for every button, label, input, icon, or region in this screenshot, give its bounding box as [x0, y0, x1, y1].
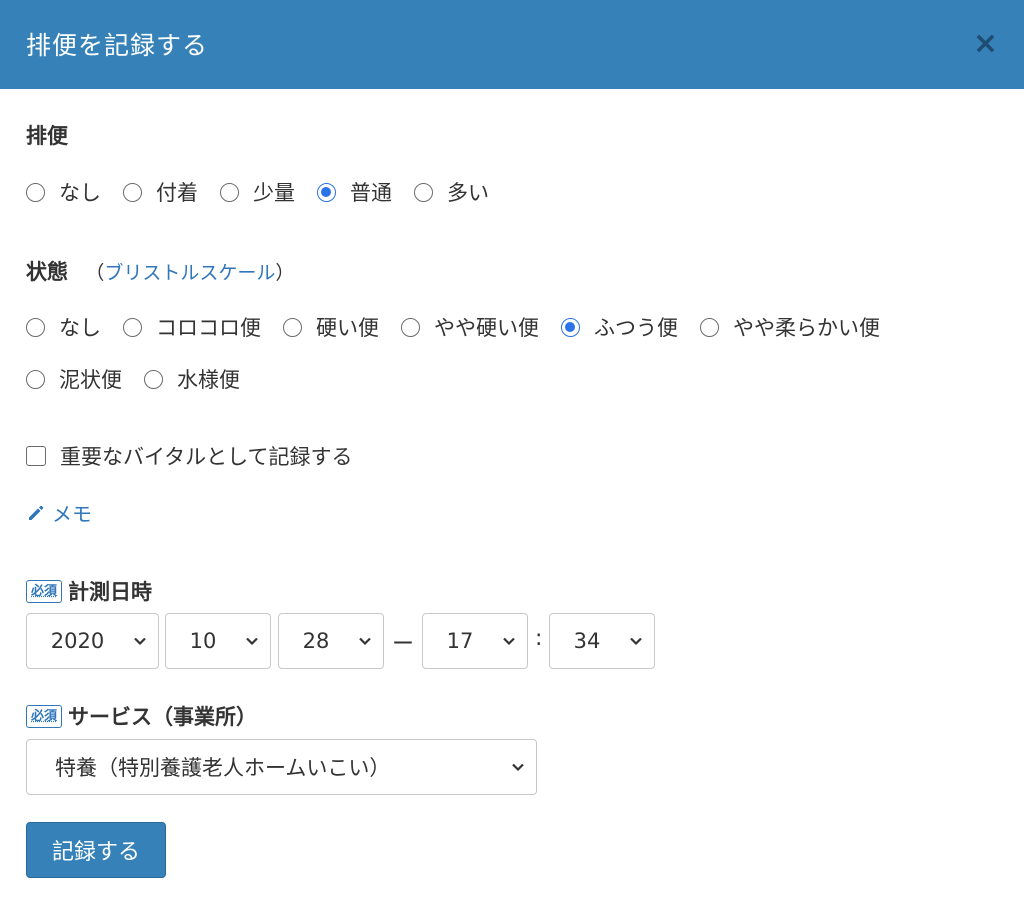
- condition-option-label: やや柔らかい便: [733, 316, 880, 340]
- service-select[interactable]: 特養（特別養護老人ホームいこい）: [26, 739, 537, 795]
- service-label: サービス（事業所）: [68, 705, 258, 729]
- datetime-label-row: 必須 計測日時: [26, 576, 152, 606]
- date-time-separator: ー: [392, 632, 415, 657]
- radio-button[interactable]: [700, 317, 719, 337]
- stool-option-attached[interactable]: 付着: [123, 177, 198, 207]
- pencil-icon: [29, 505, 44, 520]
- condition-label-row: 状態 （ブリストルスケール）: [26, 256, 294, 286]
- month-value: 10: [189, 629, 217, 653]
- day-value: 28: [302, 629, 330, 653]
- important-vital-checkbox-row[interactable]: 重要なバイタルとして記録する: [26, 441, 353, 471]
- condition-option-label: 水様便: [177, 368, 240, 392]
- condition-option-hard[interactable]: 硬い便: [283, 312, 379, 342]
- time-colon: :: [535, 626, 543, 651]
- stool-option-normal[interactable]: 普通: [317, 177, 392, 207]
- condition-option-watery[interactable]: 水様便: [144, 364, 240, 394]
- condition-option-label: 泥状便: [59, 368, 122, 392]
- stool-option-label: 普通: [350, 181, 392, 205]
- chevron-down-icon: [503, 637, 515, 646]
- radio-button-checked[interactable]: [317, 182, 336, 202]
- condition-option-label: なし: [59, 316, 101, 340]
- condition-radio-group-row2: 泥状便 水様便: [26, 364, 262, 394]
- condition-option-slightly-hard[interactable]: やや硬い便: [401, 312, 539, 342]
- radio-button[interactable]: [123, 317, 142, 337]
- service-label-row: 必須 サービス（事業所）: [26, 701, 257, 731]
- radio-button[interactable]: [144, 369, 163, 389]
- year-select[interactable]: 2020: [26, 613, 159, 669]
- stool-option-label: なし: [59, 181, 101, 205]
- stool-option-label: 付着: [156, 181, 198, 205]
- modal-title: 排便を記録する: [26, 31, 209, 60]
- radio-button[interactable]: [26, 369, 45, 389]
- radio-button[interactable]: [26, 317, 45, 337]
- chevron-down-icon: [359, 637, 371, 646]
- stool-option-label: 多い: [447, 181, 489, 205]
- radio-button-checked[interactable]: [561, 317, 580, 337]
- service-value: 特養（特別養護老人ホームいこい）: [55, 756, 391, 780]
- radio-button[interactable]: [414, 182, 433, 202]
- hour-select[interactable]: 17: [422, 613, 528, 669]
- radio-button[interactable]: [401, 317, 420, 337]
- condition-radio-group-row1: なし コロコロ便 硬い便 やや硬い便 ふつう便 やや柔らかい便: [26, 312, 902, 342]
- required-badge: 必須: [26, 704, 63, 728]
- important-vital-label: 重要なバイタルとして記録する: [60, 445, 353, 469]
- condition-option-label: 硬い便: [316, 316, 379, 340]
- memo-link[interactable]: メモ: [26, 498, 92, 527]
- chevron-down-icon: [630, 637, 642, 646]
- year-value: 2020: [50, 629, 105, 653]
- radio-button[interactable]: [220, 182, 239, 202]
- paren-open: （: [85, 262, 105, 284]
- chevron-down-icon: [512, 763, 524, 772]
- memo-label: メモ: [52, 502, 92, 526]
- required-badge: 必須: [26, 579, 63, 603]
- condition-option-slightly-soft[interactable]: やや柔らかい便: [700, 312, 880, 342]
- condition-option-mushy[interactable]: 泥状便: [26, 364, 122, 394]
- submit-button[interactable]: 記録する: [26, 822, 166, 878]
- radio-button[interactable]: [26, 182, 45, 202]
- bristol-scale-link[interactable]: ブリストルスケール: [104, 262, 275, 284]
- chevron-down-icon: [246, 637, 258, 646]
- day-select[interactable]: 28: [278, 613, 384, 669]
- condition-label: 状態: [26, 260, 68, 284]
- chevron-down-icon: [134, 637, 146, 646]
- minute-value: 34: [573, 629, 601, 653]
- stool-option-label: 少量: [253, 181, 295, 205]
- condition-option-label: やや硬い便: [434, 316, 539, 340]
- condition-option-normal[interactable]: ふつう便: [561, 312, 678, 342]
- radio-button[interactable]: [123, 182, 142, 202]
- important-vital-checkbox[interactable]: [26, 446, 46, 466]
- stool-option-none[interactable]: なし: [26, 177, 101, 207]
- close-button[interactable]: ×: [973, 26, 998, 62]
- datetime-label: 計測日時: [68, 580, 153, 604]
- month-select[interactable]: 10: [165, 613, 271, 669]
- hour-value: 17: [446, 629, 474, 653]
- condition-option-label: コロコロ便: [156, 316, 261, 340]
- minute-select[interactable]: 34: [549, 613, 655, 669]
- condition-option-label: ふつう便: [594, 316, 678, 340]
- condition-option-none[interactable]: なし: [26, 312, 101, 342]
- stool-option-small[interactable]: 少量: [220, 177, 295, 207]
- stool-option-many[interactable]: 多い: [414, 177, 489, 207]
- modal-header: 排便を記録する ×: [0, 0, 1024, 89]
- condition-option-pellets[interactable]: コロコロ便: [123, 312, 261, 342]
- paren-close: ）: [275, 262, 295, 284]
- radio-button[interactable]: [283, 317, 302, 337]
- stool-label: 排便: [26, 124, 68, 148]
- stool-radio-group: なし 付着 少量 普通 多い: [26, 177, 511, 207]
